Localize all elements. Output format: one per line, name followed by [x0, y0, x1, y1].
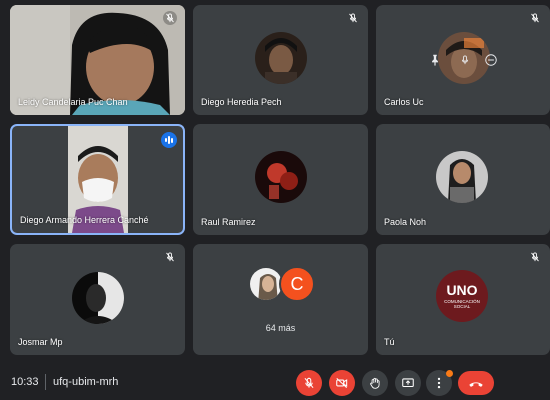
participant-name: Josmar Mp: [18, 337, 63, 347]
participant-name: Diego Heredia Pech: [201, 97, 282, 107]
participant-tile-raul[interactable]: Raul Ramirez: [193, 124, 368, 235]
mic-off-icon: [349, 13, 357, 23]
present-screen-button[interactable]: [395, 370, 421, 396]
hangup-icon: [469, 382, 483, 387]
present-icon: [402, 378, 414, 388]
mic-off-icon: [531, 13, 539, 23]
mic-off-icon: [166, 252, 174, 262]
participant-name: Raul Ramirez: [201, 217, 256, 227]
avatar-initial: C: [279, 266, 315, 302]
participant-name: Diego Armando Herrera Canché: [20, 215, 149, 225]
participant-tile-carlos[interactable]: Carlos Uc: [376, 5, 550, 115]
participant-tile-diego-armando[interactable]: Diego Armando Herrera Canché: [10, 124, 185, 235]
avatar: [72, 272, 124, 324]
participant-name: Paola Noh: [384, 217, 427, 227]
self-tile[interactable]: UNO COMUNICACIÓN SOCIAL Tú: [376, 244, 550, 355]
logo-text: UNO: [446, 281, 478, 298]
mic-off-icon: [531, 252, 539, 262]
participant-name: Tú: [384, 337, 395, 347]
more-participants-tile[interactable]: C 64 más: [193, 244, 368, 355]
notification-dot: [446, 370, 453, 377]
mute-icon[interactable]: [458, 53, 472, 67]
participant-tile-josmar[interactable]: Josmar Mp: [10, 244, 185, 355]
speaking-indicator-icon: [161, 132, 177, 148]
participant-tile-diego-heredia[interactable]: Diego Heredia Pech: [193, 5, 368, 115]
participant-name: Leidy Candelaria Puc Chan: [18, 97, 128, 107]
microphone-toggle-button[interactable]: [296, 370, 322, 396]
leave-call-button[interactable]: [458, 371, 494, 395]
more-participants-count: 64 más: [265, 323, 296, 333]
camera-toggle-button[interactable]: [329, 370, 355, 396]
avatar: [255, 32, 307, 84]
divider: [45, 374, 46, 390]
avatar: [255, 151, 307, 203]
raise-hand-button[interactable]: [362, 370, 388, 396]
remove-icon[interactable]: [484, 53, 498, 67]
bottom-toolbar: 10:33 ufq-ubim-mrh: [0, 366, 550, 400]
mic-off-icon: [304, 377, 314, 389]
more-options-icon: [437, 377, 441, 389]
participant-name: Carlos Uc: [384, 97, 424, 107]
mic-off-icon: [163, 11, 177, 25]
participant-tile-paola[interactable]: Paola Noh: [376, 124, 550, 235]
pin-icon[interactable]: [428, 53, 442, 67]
meeting-time: 10:33: [11, 376, 39, 388]
avatar-logo: UNO COMUNICACIÓN SOCIAL: [436, 270, 488, 322]
camera-off-icon: [336, 377, 348, 389]
logo-subtitle: COMUNICACIÓN SOCIAL: [444, 298, 480, 309]
avatar: [436, 151, 488, 203]
meeting-code: ufq-ubim-mrh: [53, 376, 119, 388]
participant-tile-leidy[interactable]: Leidy Candelaria Puc Chan: [10, 5, 185, 115]
raise-hand-icon: [370, 377, 380, 389]
